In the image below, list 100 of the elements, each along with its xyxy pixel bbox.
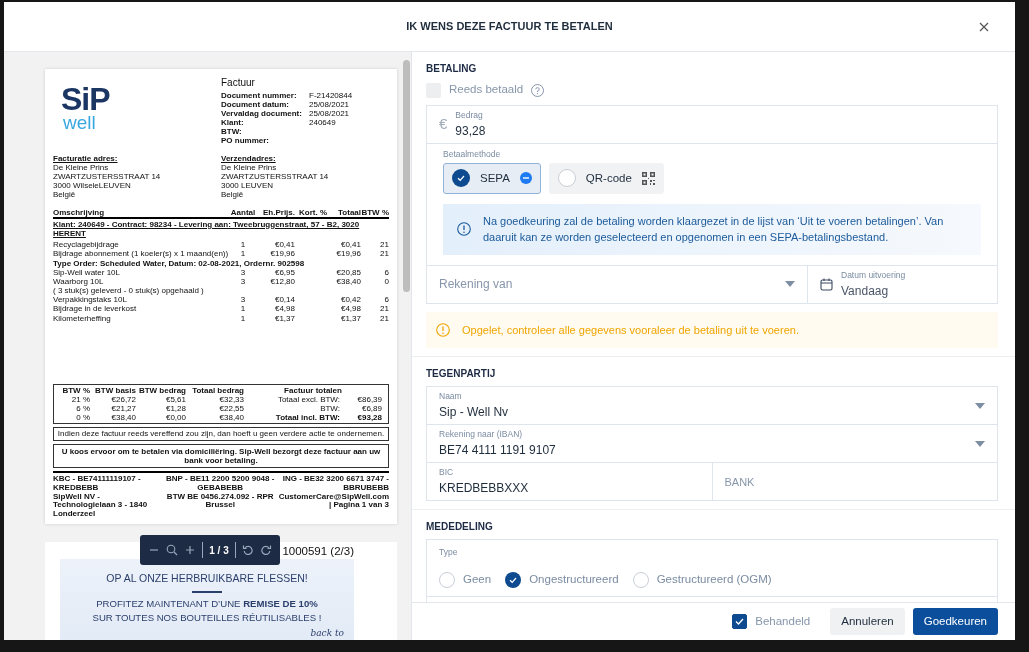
meta-value: 25/08/2021 — [309, 108, 351, 119]
table-cell-text: €12,80 — [269, 276, 295, 287]
table-cell: Kilometerheffing — [53, 313, 111, 323]
checkbox-label: Reeds betaald — [449, 82, 524, 98]
address-heading: Facturatie adres: — [53, 153, 118, 163]
payment-method-option[interactable]: QR-code — [548, 162, 664, 194]
approve-button[interactable]: Goedkeuren — [912, 607, 998, 636]
warning-icon — [436, 323, 450, 337]
cancel-button[interactable]: Annuleren — [830, 607, 905, 636]
table-cell-text: 3 — [239, 267, 247, 277]
page-header: 1000591 (2/3) — [282, 545, 354, 559]
table-cell: Waarborg 10L — [53, 276, 104, 286]
warning-text: Opgelet, controleer alle gegevens vooraleer de betaling uit te voeren. — [462, 322, 799, 338]
footer-text: CustomerCare@SipWell.com | Pagina 1 van 3 — [278, 492, 389, 512]
iban-dropdown[interactable]: Rekening naar (IBAN) BE74 4111 1191 9107 — [427, 425, 997, 463]
table-cell-text: €0,00 — [164, 413, 186, 423]
field-value: KREDBEBBXXX — [439, 480, 529, 498]
table-cell: Bijdrage abonnement (1 koeler(s) x 1 maand(en)) — [53, 249, 229, 259]
table-cell-text: €1,28 — [164, 404, 186, 414]
meta-label: Vervaldag document: — [221, 108, 303, 119]
meta-value: 25/08/2021 — [309, 99, 351, 109]
field-value: BE74 4111 1191 9107 — [439, 442, 556, 460]
table-cell: Recyclagebijdrage — [53, 240, 119, 250]
name-dropdown[interactable]: Naam Sip - Well Nv — [427, 387, 997, 425]
radio-button[interactable] — [439, 571, 455, 588]
total-label: Totaal incl. BTW: — [274, 413, 340, 423]
table-cell-text: 6 — [383, 295, 389, 305]
field-value: Sip - Well Nv — [439, 404, 509, 422]
meta-label: BTW: — [221, 127, 243, 137]
table-cell-text: 21 — [379, 249, 389, 259]
field-value: 93,28 — [455, 122, 486, 140]
section-heading: MEDEDELING — [426, 520, 494, 535]
table-cell-text: 1 — [239, 313, 247, 323]
radio-label: Gestructureerd (OGM) — [656, 572, 772, 587]
table-cell-text: €0,14 — [273, 295, 295, 305]
caret-icon — [975, 440, 985, 447]
table-cell-text: 3 — [239, 276, 247, 287]
radio-button[interactable] — [632, 571, 649, 588]
address-line: België — [53, 190, 76, 200]
table-cell-text: €38,40 — [110, 413, 136, 423]
table-cell-text: €4,98 — [273, 304, 295, 314]
document-title: Factuur — [221, 77, 256, 89]
address-line: ZWARTZUSTERSSTRAAT 14 — [221, 172, 329, 182]
field-label: Naam — [439, 390, 462, 404]
banner-text: OP AL ONZE HERBRUIKBARE FLESSEN! — [106, 570, 308, 586]
table-cell-text: 0 % — [75, 413, 90, 423]
table-cell-text: €38,40 — [218, 413, 244, 423]
info-icon — [457, 222, 471, 237]
total-value: €86,39 — [356, 394, 382, 405]
table-cell-text: €19,96 — [335, 249, 361, 259]
table-cell: Bijdrage in de leverkost — [53, 304, 137, 314]
logo-text: SiP — [61, 85, 110, 114]
address-line: ZWARTZUSTERSSTRAAT 14 — [53, 172, 161, 182]
bic-field[interactable]: BIC KREDBEBBXXX — [427, 463, 712, 501]
table-cell-text: €20,85 — [335, 267, 361, 277]
address-line: België — [221, 190, 244, 200]
field-label: Datum uitvoering — [841, 268, 906, 282]
column-header: Aantal — [229, 207, 257, 217]
close-icon — [979, 21, 989, 32]
calendar-icon — [820, 277, 833, 291]
field-label: Rekening naar (IBAN) — [439, 428, 523, 442]
table-note: ( 3 stuk(s) geleverd - 0 stuk(s) opgehaald ) — [53, 286, 205, 296]
date-field[interactable]: Datum uitvoering Vandaag — [807, 265, 997, 303]
rotate-right-icon[interactable] — [259, 544, 272, 556]
total-label: Totaal excl. BTW: — [276, 394, 340, 405]
section-heading: BETALING — [426, 62, 478, 76]
radio-button[interactable] — [505, 571, 522, 588]
table-cell: Sip-Well water 10L — [53, 267, 120, 277]
table-cell-text: €0,41 — [339, 240, 361, 250]
scrollbar-thumb[interactable] — [403, 60, 410, 292]
qr-code-icon — [641, 171, 655, 185]
checkbox[interactable] — [732, 614, 748, 629]
banner-text: SUR TOUTES NOS BOUTEILLES RÉUTILISABLES ! — [92, 610, 322, 625]
payment-method-option[interactable]: SEPA — [443, 162, 541, 194]
column-header: BTW basis — [94, 385, 136, 395]
check-icon — [735, 618, 745, 625]
table-cell-text: €38,40 — [335, 276, 361, 287]
meta-value: F-21420844 — [309, 90, 353, 100]
column-header: BTW % — [61, 385, 90, 395]
zoom-icon[interactable] — [166, 544, 179, 556]
table-cell-text: €22,55 — [218, 404, 244, 414]
total-value: €6,89 — [360, 404, 382, 414]
rotate-left-icon[interactable] — [241, 544, 254, 556]
table-cell-text: 1 — [239, 240, 247, 250]
footer-text: BTW BE 0456.274.092 - RPR Brussel — [165, 492, 275, 512]
checkbox-label: Behandeld — [755, 613, 811, 629]
field-label: Betaalmethode — [443, 148, 501, 161]
banner-script-text: back to — [310, 627, 344, 640]
order-line: Type Order: Scheduled Water, Datum: 02-08-2021, Ordernr. 902598 — [53, 258, 306, 268]
modal-title: IK WENS DEZE FACTUUR TE BETALEN — [405, 19, 614, 35]
meta-label: Document datum: — [221, 99, 290, 109]
table-cell-text: €0,41 — [273, 240, 295, 250]
banner-text: PROFITEZ MAINTENANT D’UNE REMISE DE 10% — [96, 596, 318, 611]
plus-icon[interactable] — [184, 544, 197, 556]
total-value: €93,28 — [356, 413, 382, 423]
table-cell-text: €6,95 — [273, 267, 295, 277]
logo-text: well — [63, 113, 96, 131]
table-cell-text: 0 — [383, 276, 389, 287]
table-cell-text: €1,37 — [339, 313, 361, 323]
footer-text: KBC - BE74111119107 - KREDBEBB — [53, 475, 142, 493]
